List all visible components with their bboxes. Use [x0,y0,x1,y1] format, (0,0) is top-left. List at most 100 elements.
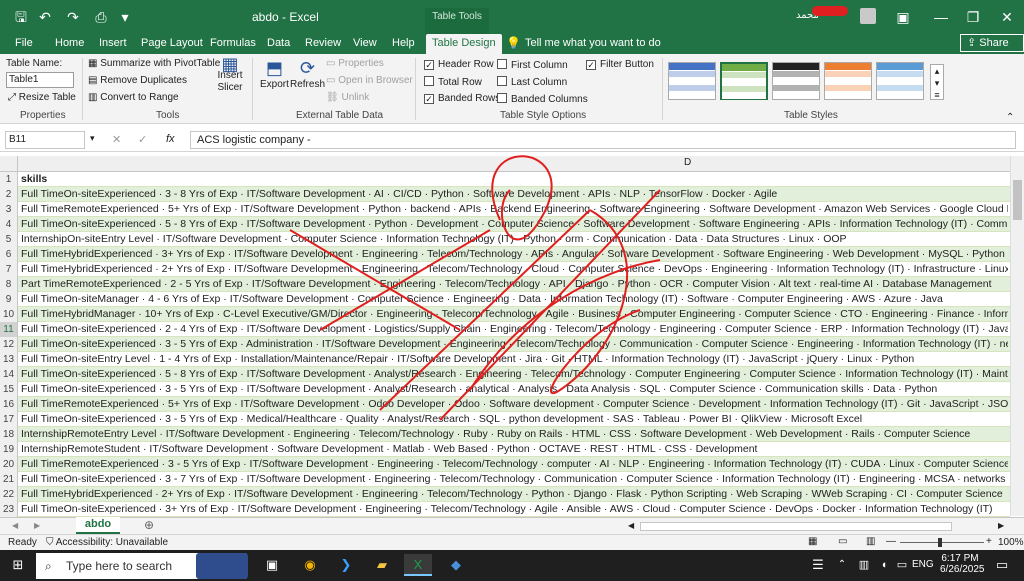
formula-input[interactable]: ACS logistic company - [190,131,1016,149]
banded-columns-checkbox[interactable]: Banded Columns [497,93,588,105]
open-in-browser-button[interactable]: ▭ Open in Browser [326,75,413,86]
properties-button[interactable]: ▭ Properties [326,58,384,69]
table-cell[interactable]: Full TimeHybridExperienced · 2+ Yrs of E… [20,487,1008,502]
battery-icon[interactable]: ▭ [890,554,914,576]
scroll-thumb[interactable] [1013,180,1022,220]
file-explorer-icon[interactable]: ▰ [370,554,394,576]
filter-button-checkbox[interactable]: ✓ Filter Button [586,59,654,70]
vertical-scrollbar[interactable] [1010,156,1024,516]
row-number[interactable]: 2 [0,187,18,202]
row-number[interactable]: 18 [0,427,18,442]
table-style-swatch[interactable] [668,62,716,100]
close-icon[interactable]: ✕ [998,8,1016,26]
store-icon[interactable]: ▣ [260,554,284,576]
table-style-swatch[interactable] [876,62,924,100]
unlink-button[interactable]: ⛓ Unlink [326,92,369,103]
remove-duplicates-button[interactable]: ▤ Remove Duplicates [88,75,187,86]
row-number[interactable]: 6 [0,247,18,262]
table-cell[interactable]: Full TimeRemoteExperienced · 3 - 5 Yrs o… [20,457,1008,472]
accessibility-status[interactable]: ⛉ Accessibility: Unavailable [46,537,168,548]
row-number[interactable]: 21 [0,472,18,487]
last-column-checkbox[interactable]: Last Column [497,76,567,88]
enter-icon[interactable]: ✓ [138,133,147,146]
python-icon[interactable]: ◆ [444,554,468,576]
row-number[interactable]: 12 [0,337,18,352]
zoom-out-icon[interactable]: — [886,536,896,547]
redo-icon[interactable]: ↷ [64,8,82,26]
name-box[interactable]: B11 [5,131,85,149]
print-preview-icon[interactable]: ⎙ [92,8,110,26]
page-break-view-icon[interactable]: ▥ [866,536,875,547]
tray-chevron-icon[interactable]: ⌃ [830,554,854,576]
customize-icon[interactable]: ▾ [116,8,134,26]
table-style-swatch[interactable] [824,62,872,100]
lightbulb-icon[interactable]: 💡 [506,36,521,50]
zoom-thumb[interactable] [938,538,942,547]
weather-widget-icon[interactable] [196,553,248,579]
tab-home[interactable]: Home [52,34,87,54]
table-cell[interactable]: Full TimeOn-siteExperienced · 3 - 7 Yrs … [20,472,1008,487]
header-row-checkbox[interactable]: ✓ Header Row [424,59,494,70]
normal-view-icon[interactable]: ▦ [808,536,817,547]
table-style-swatch[interactable] [772,62,820,100]
row-number[interactable]: 19 [0,442,18,457]
row-number[interactable]: 14 [0,367,18,382]
horizontal-scrollbar[interactable] [640,522,952,531]
row-number[interactable]: 20 [0,457,18,472]
row-number[interactable]: 23 [0,502,18,517]
row-number[interactable]: 11 [0,322,18,337]
tell-me-box[interactable]: Tell me what you want to do [522,34,664,54]
zoom-in-icon[interactable]: + [986,536,992,547]
sheet-tab-abdo[interactable]: abdo [76,517,120,534]
language-indicator[interactable]: ENG [912,559,934,570]
tab-data[interactable]: Data [264,34,293,54]
people-icon[interactable]: ☰ [806,554,830,576]
hscroll-right-icon[interactable]: ▶ [998,521,1004,530]
select-all-corner[interactable] [0,156,18,171]
row-number[interactable]: 15 [0,382,18,397]
resize-table-button[interactable]: ⤢ Resize Table [8,92,76,103]
tab-page-layout[interactable]: Page Layout [138,34,206,54]
export-button[interactable]: ⬒ Export [260,58,289,90]
chrome-icon[interactable]: ◉ [298,554,322,576]
windows-start-icon[interactable]: ⊞ [6,554,30,576]
excel-taskbar-icon[interactable]: X [404,554,432,576]
table-style-swatch[interactable] [720,62,768,100]
row-number[interactable]: 5 [0,232,18,247]
table-name-input[interactable]: Table1 [6,72,74,88]
avatar[interactable] [860,8,876,24]
refresh-button[interactable]: ⟳ Refresh [290,58,325,90]
collapse-ribbon-icon[interactable]: ⌃ [1006,112,1014,123]
tab-view[interactable]: View [350,34,380,54]
tab-insert[interactable]: Insert [96,34,130,54]
row-number[interactable]: 1 [0,172,18,187]
total-row-checkbox[interactable]: Total Row [424,76,482,88]
zoom-level[interactable]: 100% [998,537,1024,548]
tab-file[interactable]: File [12,34,36,54]
restore-icon[interactable]: ❐ [964,8,982,26]
row-number[interactable]: 8 [0,277,18,292]
hscroll-left-icon[interactable]: ◀ [628,521,634,530]
insert-slicer-button[interactable]: ▦ Insert Slicer [216,55,244,94]
minimize-icon[interactable]: — [932,8,950,26]
zoom-slider[interactable] [900,542,984,543]
convert-range-button[interactable]: ▥ Convert to Range [88,92,179,103]
row-number[interactable]: 16 [0,397,18,412]
undo-icon[interactable]: ↶ [36,8,54,26]
tab-help[interactable]: Help [389,34,418,54]
styles-more-icon[interactable]: ▴ ▾ ≡ [930,64,944,100]
banded-rows-checkbox[interactable]: ✓ Banded Rows [424,93,500,104]
row-number[interactable]: 10 [0,307,18,322]
insert-function-icon[interactable]: fx [166,133,175,145]
first-column-checkbox[interactable]: First Column [497,59,568,71]
notifications-icon[interactable]: ▭ [990,554,1014,576]
row-number[interactable]: 4 [0,217,18,232]
sheet-prev-icon[interactable]: ◀ [12,521,18,530]
row-number[interactable]: 9 [0,292,18,307]
summarize-pivot-button[interactable]: ▦ Summarize with PivotTable [88,58,220,69]
clock[interactable]: 6:17 PM 6/26/2025 [940,553,985,575]
row-number[interactable]: 22 [0,487,18,502]
share-button[interactable]: ⇪ Share ▾ [960,34,1024,65]
page-layout-view-icon[interactable]: ▭ [838,536,847,547]
save-icon[interactable]: 🖫 [12,8,30,26]
